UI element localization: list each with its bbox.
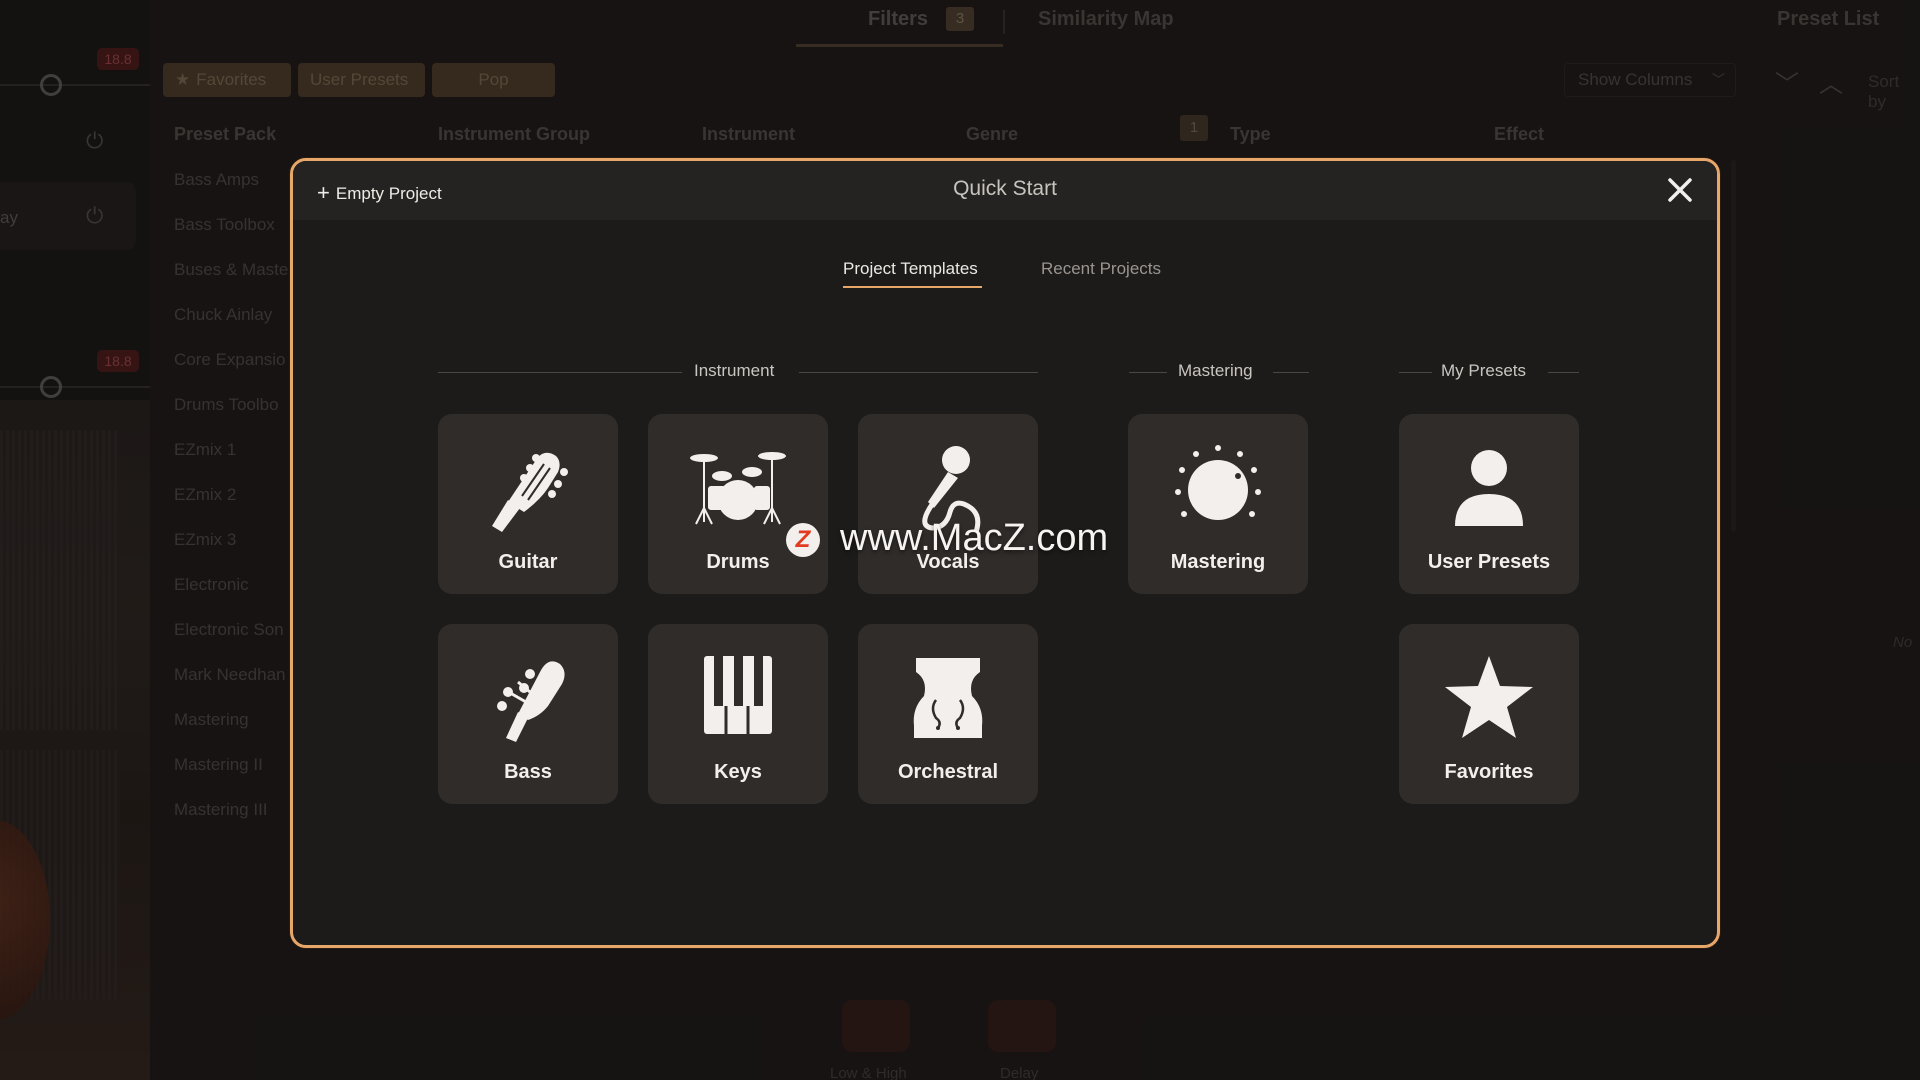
template-tile-keys[interactable]: Keys [648,624,828,804]
watermark-logo-letter: Z [795,526,811,553]
dialog-title: Quick Start [953,177,1057,200]
close-icon [1668,178,1692,202]
divider [1399,372,1432,373]
violin-icon [913,658,983,738]
divider [1129,372,1167,373]
divider [438,372,682,373]
section-header-mastering: Mastering [1129,361,1309,385]
template-tile-guitar[interactable]: Guitar [438,414,618,594]
dialog-header: + Empty Project Quick Start [293,161,1717,220]
divider [799,372,1038,373]
tile-label: Bass [504,761,552,783]
template-tile-favorites[interactable]: Favorites [1399,624,1579,804]
watermark-logo-icon: Z [786,523,820,557]
watermark-text: www.MacZ.com [840,517,1109,559]
template-tile-vocals[interactable]: Vocals [858,414,1038,594]
tile-label: Mastering [1170,551,1266,573]
tab-project-templates[interactable]: Project Templates [843,259,978,279]
tab-active-indicator [843,286,982,288]
tile-label: Orchestral [897,761,999,783]
section-header-my-presets: My Presets [1399,361,1579,385]
divider [1273,372,1309,373]
drum-kit-icon [690,452,786,525]
tile-label: Guitar [498,551,558,573]
template-tile-mastering[interactable]: Mastering [1128,414,1308,594]
section-label: My Presets [1441,361,1527,380]
user-icon [1455,450,1523,526]
bass-headstock-icon [497,661,565,742]
section-label: Mastering [1178,361,1253,380]
template-tile-bass[interactable]: Bass [438,624,618,804]
knob-icon [1175,445,1261,520]
tab-recent-projects[interactable]: Recent Projects [1041,259,1161,279]
guitar-headstock-icon [492,452,568,532]
tile-label: Keys [714,761,762,783]
template-tile-orchestral[interactable]: Orchestral [858,624,1038,804]
section-label: Instrument [694,361,775,380]
close-button[interactable] [1663,173,1697,207]
template-tile-user-presets[interactable]: User Presets [1399,414,1579,594]
divider [1548,372,1579,373]
tile-label: User Presets [1427,551,1551,573]
piano-keys-icon [704,656,772,734]
tile-label: Favorites [1444,761,1534,783]
app-window: 18.8 ⏻ ay ⏻ 18.8 Filters 3 Similarity Ma… [0,0,1920,1080]
star-icon [1445,656,1533,738]
template-tile-drums[interactable]: Drums [648,414,828,594]
section-header-instrument: Instrument [438,361,1038,385]
